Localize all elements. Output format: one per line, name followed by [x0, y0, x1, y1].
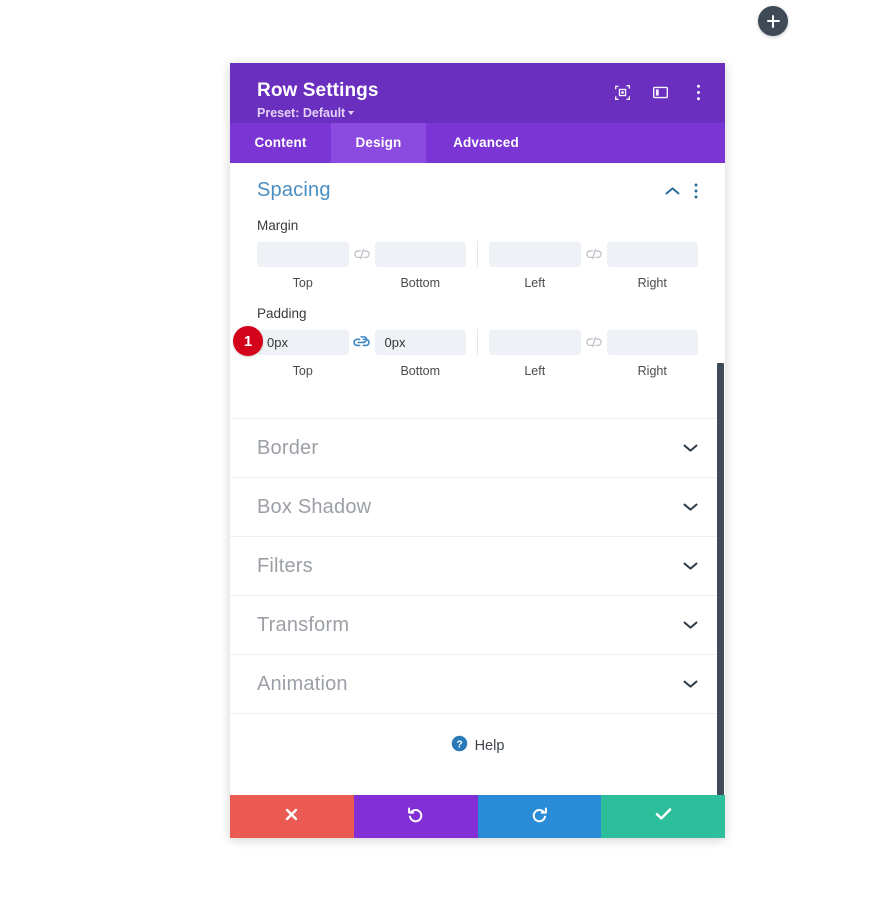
margin-label: Margin	[257, 218, 299, 233]
modal-body: Spacing Margin Top Bottom Left Right Pad…	[230, 163, 725, 795]
redo-arrow-icon	[531, 806, 548, 828]
more-vertical-icon[interactable]	[694, 183, 698, 199]
padding-vertical-pair: 0px 0px	[257, 329, 466, 355]
header-actions	[613, 83, 707, 101]
chevron-down-icon	[683, 443, 698, 453]
chevron-down-icon	[683, 561, 698, 571]
padding-top-input[interactable]: 0px	[257, 329, 349, 355]
section-title-box-shadow: Box Shadow	[257, 495, 372, 518]
margin-captions: Top Bottom Left Right	[257, 271, 698, 290]
section-title-animation: Animation	[257, 672, 348, 695]
padding-inputs-row: 1 0px 0px	[233, 326, 698, 356]
caption-right: Right	[637, 276, 667, 290]
preset-dropdown[interactable]: Preset: Default	[257, 106, 355, 120]
help-label: Help	[474, 738, 505, 754]
padding-bottom-input[interactable]: 0px	[374, 329, 466, 355]
caption-bottom: Bottom	[400, 276, 441, 290]
margin-right-input[interactable]	[606, 241, 698, 267]
undo-button[interactable]	[353, 795, 478, 838]
modal-footer	[230, 795, 725, 838]
chevron-down-icon	[683, 502, 698, 512]
caption-right: Right	[637, 364, 667, 378]
margin-vertical-pair	[257, 241, 466, 267]
link-unlinked-icon[interactable]	[581, 336, 607, 349]
padding-left-input[interactable]	[489, 329, 581, 355]
spacing-header[interactable]: Spacing	[257, 179, 698, 202]
caption-bottom: Bottom	[400, 364, 441, 378]
section-toggle-transform[interactable]: Transform	[230, 595, 725, 654]
cancel-button[interactable]	[230, 795, 354, 838]
check-icon	[655, 807, 672, 826]
svg-text:?: ?	[456, 739, 462, 750]
section-title-filters: Filters	[257, 554, 313, 577]
step-badge: 1	[233, 326, 263, 356]
panel-layout-icon[interactable]	[651, 83, 669, 101]
padding-captions: Top Bottom Left Right	[257, 359, 698, 378]
section-toggle-box-shadow[interactable]: Box Shadow	[230, 477, 725, 536]
undo-arrow-icon	[407, 806, 424, 828]
spacing-title: Spacing	[257, 179, 331, 201]
margin-top-input[interactable]	[257, 241, 349, 267]
margin-left-input[interactable]	[489, 241, 581, 267]
tab-content[interactable]: Content	[230, 123, 331, 163]
spacing-divider	[477, 241, 478, 267]
chevron-up-icon[interactable]	[665, 186, 680, 196]
tab-advanced[interactable]: Advanced	[426, 123, 546, 163]
margin-bottom-input[interactable]	[374, 241, 466, 267]
modal-header: Row Settings Preset: Default	[230, 63, 725, 123]
close-x-icon	[284, 807, 299, 827]
redo-button[interactable]	[477, 795, 602, 838]
preset-label: Preset: Default	[257, 106, 346, 120]
question-circle-icon: ?	[451, 735, 468, 757]
link-unlinked-icon[interactable]	[349, 248, 375, 261]
section-toggle-animation[interactable]: Animation	[230, 654, 725, 713]
modal-tabs: Content Design Advanced	[230, 123, 725, 163]
focus-target-icon[interactable]	[613, 83, 631, 101]
caption-left: Left	[524, 276, 546, 290]
chevron-down-icon	[683, 620, 698, 630]
save-button[interactable]	[601, 795, 725, 838]
more-vertical-icon[interactable]	[689, 83, 707, 101]
padding-horizontal-pair	[489, 329, 698, 355]
caption-left: Left	[524, 364, 546, 378]
spacing-divider	[477, 329, 478, 355]
tab-design[interactable]: Design	[331, 123, 426, 163]
section-toggle-border[interactable]: Border	[230, 418, 725, 477]
add-element-button[interactable]	[758, 6, 788, 36]
help-area[interactable]: ? Help	[230, 713, 725, 778]
section-spacing: Spacing Margin Top Bottom Left Right Pad…	[230, 163, 725, 418]
chevron-down-icon	[348, 111, 355, 115]
chevron-down-icon	[683, 679, 698, 689]
spacing-header-icons	[665, 183, 698, 199]
link-unlinked-icon[interactable]	[581, 248, 607, 261]
plus-icon	[766, 14, 780, 28]
section-title-transform: Transform	[257, 613, 350, 636]
modal-scrollbar[interactable]	[717, 363, 724, 795]
caption-top: Top	[292, 364, 313, 378]
margin-inputs-row	[257, 241, 698, 267]
row-settings-modal: Row Settings Preset: Default Content Des…	[230, 63, 725, 838]
section-title-border: Border	[257, 436, 319, 459]
link-linked-icon[interactable]	[349, 335, 375, 349]
margin-horizontal-pair	[489, 241, 698, 267]
padding-label: Padding	[257, 306, 307, 321]
padding-right-input[interactable]	[606, 329, 698, 355]
caption-top: Top	[292, 276, 313, 290]
section-toggle-filters[interactable]: Filters	[230, 536, 725, 595]
